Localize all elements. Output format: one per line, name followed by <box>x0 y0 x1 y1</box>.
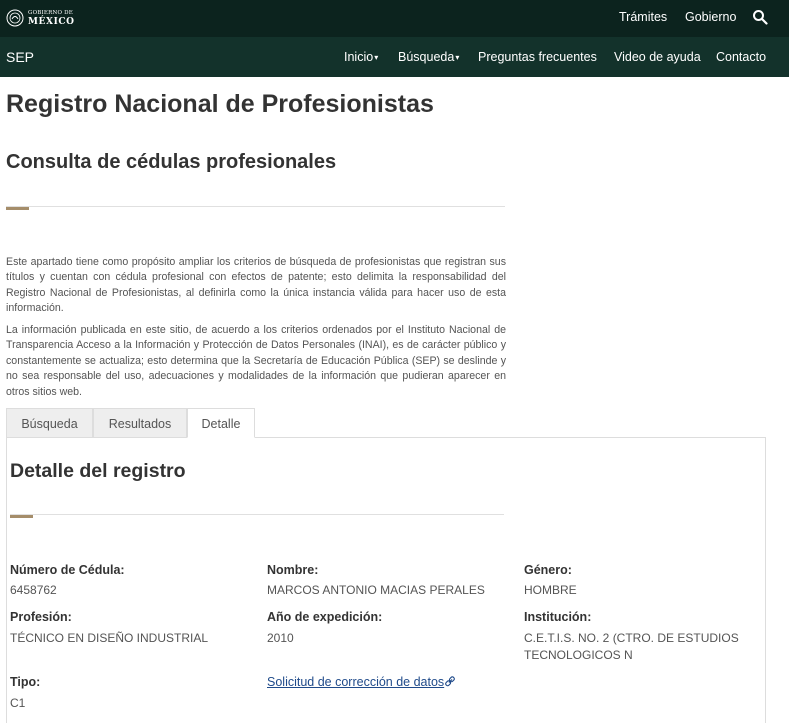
caret-down-icon: ▾ <box>374 53 379 63</box>
logo-line1: GOBIERNO DE <box>28 10 73 16</box>
nav-item-inicio[interactable]: Inicio▾ <box>344 50 378 64</box>
nombre-label: Nombre: <box>267 563 319 577</box>
nav-item-contacto[interactable]: Contacto <box>716 50 766 64</box>
tipo-value: C1 <box>10 696 26 710</box>
correction-link-label: Solicitud de corrección de datos <box>267 675 445 689</box>
detail-title: Detalle del registro <box>10 460 186 482</box>
page-title: Registro Nacional de Profesionistas <box>6 90 434 118</box>
main-navbar: SEP Inicio▾ Búsqueda▾ Preguntas frecuent… <box>0 37 789 77</box>
intro-paragraph: Este apartado tiene como propósito ampli… <box>6 256 506 315</box>
tab-detalle[interactable]: Detalle <box>187 408 255 438</box>
logo-line2: MÉXICO <box>28 17 75 27</box>
nombre-value: MARCOS ANTONIO MACIAS PERALES <box>267 583 485 597</box>
profesion-value: TÉCNICO EN DISEÑO INDUSTRIAL <box>10 631 209 645</box>
cedula-value: 6458762 <box>10 583 57 597</box>
nav-item-video-de-ayuda[interactable]: Video de ayuda <box>614 50 701 64</box>
nav-item-label: Búsqueda <box>398 50 455 64</box>
seal-icon <box>6 9 24 27</box>
genero-label: Género: <box>524 563 572 577</box>
tab-resultados[interactable]: Resultados <box>93 408 187 438</box>
gobierno-de-mexico-logo[interactable]: GOBIERNO DE MÉXICO <box>6 7 76 29</box>
disclaimer-paragraph: La información publicada en este sitio, … <box>6 324 506 398</box>
government-header: GOBIERNO DE MÉXICO Trámites Gobierno <box>0 0 789 37</box>
anio-label: Año de expedición: <box>267 610 383 624</box>
institucion-label: Institución: <box>524 610 592 624</box>
tipo-label: Tipo: <box>10 675 41 689</box>
correction-request-link[interactable]: Solicitud de corrección de datos <box>267 675 456 689</box>
nav-item-label: Inicio <box>344 50 374 64</box>
caret-down-icon: ▾ <box>455 53 460 63</box>
profesion-label: Profesión: <box>10 610 72 624</box>
top-link-gobierno[interactable]: Gobierno <box>685 10 736 24</box>
section-divider <box>6 206 505 207</box>
anio-value: 2010 <box>267 631 294 645</box>
detail-divider-accent <box>10 515 33 518</box>
search-icon[interactable] <box>752 9 768 25</box>
cedula-label: Número de Cédula: <box>10 563 125 577</box>
genero-value: HOMBRE <box>524 583 577 597</box>
nav-brand-sep[interactable]: SEP <box>6 49 34 65</box>
detail-divider <box>10 514 504 515</box>
top-link-tramites[interactable]: Trámites <box>619 10 667 24</box>
page-subtitle: Consulta de cédulas profesionales <box>6 151 337 173</box>
nav-item-preguntas-frecuentes[interactable]: Preguntas frecuentes <box>478 50 597 64</box>
nav-item-busqueda[interactable]: Búsqueda▾ <box>398 50 459 64</box>
section-divider-accent <box>6 207 29 210</box>
institucion-value: C.E.T.I.S. NO. 2 (CTRO. DE ESTUDIOS TECN… <box>524 631 739 662</box>
link-icon <box>445 676 456 687</box>
tab-busqueda[interactable]: Búsqueda <box>6 408 93 438</box>
